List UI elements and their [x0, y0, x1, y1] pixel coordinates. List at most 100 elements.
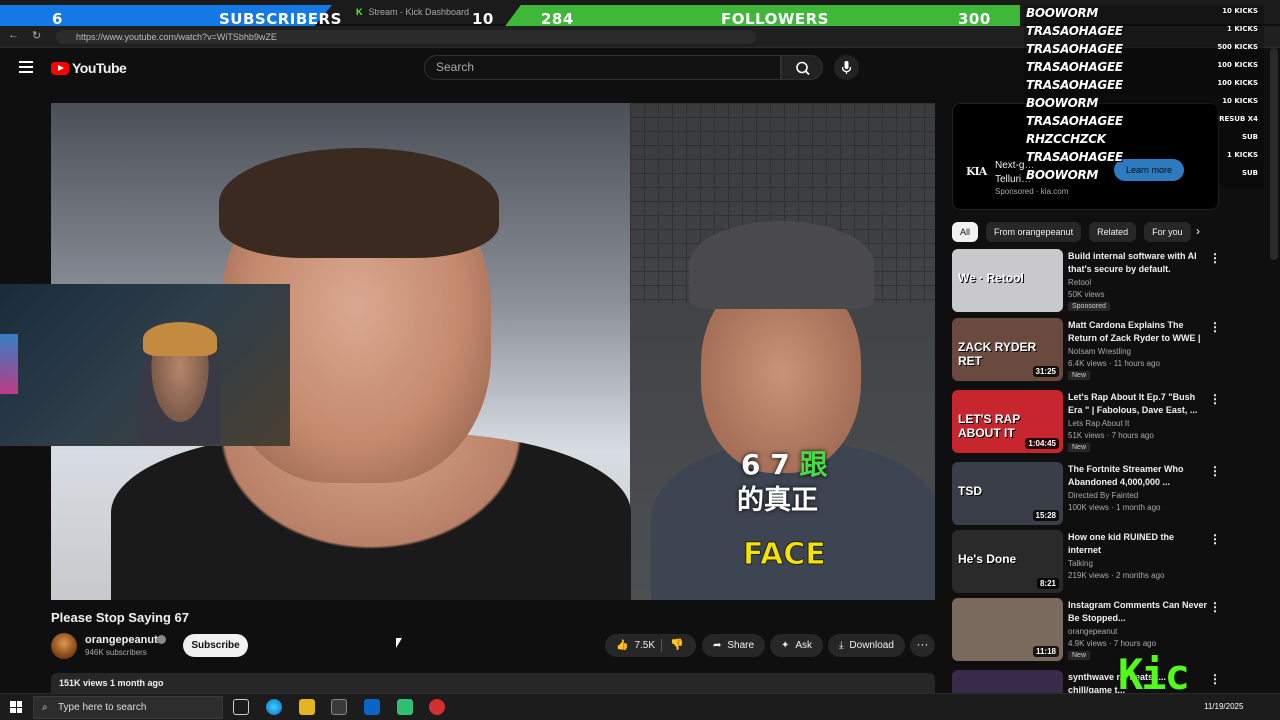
- recommendation-channel[interactable]: Directed By Fainted: [1068, 491, 1138, 500]
- taskbar-date: 11/19/2025: [1204, 702, 1244, 711]
- alert-feed-row: BOOWORM 10 KICKS: [1024, 5, 1264, 23]
- menu-icon[interactable]: [19, 61, 33, 73]
- video-thumbnail[interactable]: TSD 15:28: [952, 462, 1063, 525]
- youtube-logo-text: YouTube: [72, 60, 127, 76]
- alert-value: 500 KICKS: [1217, 43, 1258, 51]
- channel-avatar[interactable]: [51, 633, 77, 659]
- edge-icon[interactable]: [266, 699, 282, 715]
- video-thumbnail[interactable]: 11:18: [952, 598, 1063, 661]
- video-thumbnail[interactable]: We · Retool: [952, 249, 1063, 312]
- task-view-icon[interactable]: [233, 699, 249, 715]
- subscribe-button[interactable]: Subscribe: [183, 634, 248, 657]
- recording-app-icon[interactable]: [429, 699, 445, 715]
- recommendation-title[interactable]: Matt Cardona Explains The Return of Zack…: [1068, 319, 1208, 345]
- recommendation-title[interactable]: Build internal software with AI that's s…: [1068, 250, 1208, 276]
- alert-feed-row: BOOWORM 10 KICKS: [1024, 95, 1264, 113]
- share-label: Share: [727, 640, 755, 651]
- more-vert-icon[interactable]: ⋮: [1209, 251, 1221, 265]
- recommendation-item[interactable]: We · Retool Build internal software with …: [952, 249, 1222, 313]
- recommendation-item[interactable]: He's Done 8:21 How one kid RUINED the inte…: [952, 530, 1222, 594]
- windows-start-icon[interactable]: [10, 701, 22, 713]
- more-vert-icon[interactable]: ⋮: [1209, 392, 1221, 406]
- thumbs-up-icon[interactable]: 👍: [616, 640, 628, 651]
- recommendation-title[interactable]: The Fortnite Streamer Who Abandoned 4,00…: [1068, 463, 1208, 489]
- ask-label: Ask: [795, 640, 813, 651]
- video-thumbnail[interactable]: He's Done 8:21: [952, 530, 1063, 593]
- more-vert-icon[interactable]: ⋮: [1209, 532, 1221, 546]
- recommendation-channel[interactable]: Talking: [1068, 559, 1093, 568]
- alert-username: TRASAOHAGEE: [1026, 78, 1123, 92]
- kick-app-icon[interactable]: [397, 699, 413, 715]
- alert-value: 100 KICKS: [1217, 61, 1258, 69]
- recommendation-title[interactable]: How one kid RUINED the internet: [1068, 531, 1208, 557]
- streamer-webcam: [0, 284, 290, 446]
- tab-label: Stream - Kick Dashboard: [368, 7, 470, 17]
- filter-chip[interactable]: Related: [1089, 222, 1137, 242]
- video-duration: 8:21: [1036, 578, 1059, 589]
- recommendation-badge: New: [1068, 371, 1091, 380]
- filter-chip[interactable]: For you: [1144, 222, 1191, 242]
- thumbnail-text: We · Retool: [958, 271, 1024, 285]
- video-title: Please Stop Saying 67: [51, 610, 190, 625]
- back-arrow-icon[interactable]: ←: [8, 29, 19, 41]
- ad-sponsored: Sponsored · kia.com: [995, 187, 1069, 196]
- refresh-icon[interactable]: ↻: [32, 29, 41, 42]
- recommendation-channel[interactable]: orangepeanut: [1068, 627, 1117, 636]
- recommendation-channel[interactable]: Lets Rap About It: [1068, 419, 1129, 428]
- filter-chip[interactable]: From orangepeanut: [986, 222, 1082, 242]
- recommendation-title[interactable]: Instagram Comments Can Never Be Stopped.…: [1068, 599, 1208, 625]
- page-scrollbar[interactable]: [1270, 48, 1278, 260]
- youtube-logo[interactable]: YouTube: [51, 60, 127, 76]
- alert-value: SUB: [1241, 169, 1258, 177]
- more-icon: ···: [916, 637, 929, 651]
- recommendation-channel[interactable]: Retool: [1068, 278, 1091, 287]
- ask-button[interactable]: ✦ Ask: [770, 634, 824, 657]
- thumbnail-text: TSD: [958, 484, 982, 498]
- search-input[interactable]: Search: [424, 55, 781, 80]
- video-thumbnail[interactable]: LET'S RAP ABOUT IT 1:04:45: [952, 390, 1063, 453]
- share-button[interactable]: ➦ Share: [702, 634, 766, 657]
- recommendation-item[interactable]: TSD 15:28 The Fortnite Streamer Who Abando…: [952, 462, 1222, 526]
- alert-value: 1 KICKS: [1227, 25, 1258, 33]
- store-icon[interactable]: [331, 699, 347, 715]
- video-duration: 31:25: [1032, 366, 1059, 377]
- recommendation-item[interactable]: LET'S RAP ABOUT IT 1:04:45 Let's Rap About…: [952, 390, 1222, 454]
- more-vert-icon[interactable]: ⋮: [1209, 600, 1221, 614]
- url-field[interactable]: https://www.youtube.com/watch?v=WiTSbhb9…: [56, 30, 756, 44]
- chevron-right-icon[interactable]: ›: [1196, 224, 1200, 238]
- alert-value: 10 KICKS: [1222, 7, 1258, 15]
- more-vert-icon[interactable]: ⋮: [1209, 320, 1221, 334]
- outlook-icon[interactable]: [364, 699, 380, 715]
- alert-username: BOOWORM: [1026, 6, 1099, 20]
- alert-username: RHZCCHZCK: [1026, 132, 1106, 146]
- voice-search-button[interactable]: [834, 55, 859, 80]
- alert-feed-row: TRASAOHAGEE RESUB X4: [1024, 113, 1264, 131]
- alert-feed-row: TRASAOHAGEE 100 KICKS: [1024, 59, 1264, 77]
- video-thumbnail[interactable]: ZACK RYDER RET 31:25: [952, 318, 1063, 381]
- more-vert-icon[interactable]: ⋮: [1209, 672, 1221, 686]
- recommendation-channel[interactable]: Notsam Wrestling: [1068, 347, 1131, 356]
- recommendation-title[interactable]: Let's Rap About It Ep.7 "Bush Era " | Fa…: [1068, 391, 1208, 417]
- description-box[interactable]: 151K views 1 month ago: [51, 673, 935, 693]
- kia-logo: KIA: [966, 165, 987, 178]
- thumbs-down-icon[interactable]: 👎: [670, 638, 684, 651]
- alert-username: BOOWORM: [1026, 168, 1099, 182]
- video-duration: 15:28: [1032, 510, 1059, 521]
- filter-chip[interactable]: All: [952, 222, 979, 242]
- more-vert-icon[interactable]: ⋮: [1209, 464, 1221, 478]
- file-explorer-icon[interactable]: [299, 699, 315, 715]
- microphone-icon: [841, 61, 852, 74]
- recommendation-meta: 219K views · 2 months ago: [1068, 571, 1165, 580]
- caption-line-1: 6 7 跟: [741, 448, 828, 481]
- tab-kick-dashboard[interactable]: K Stream - Kick Dashboard: [356, 4, 469, 20]
- search-button[interactable]: [781, 55, 823, 80]
- like-count[interactable]: 7.5K: [634, 640, 655, 651]
- caption-line-2: 的真正: [737, 485, 818, 516]
- more-actions-button[interactable]: ···: [910, 634, 935, 657]
- taskbar-search-input[interactable]: ⌕ Type here to search: [33, 696, 223, 719]
- alert-value: 10 KICKS: [1222, 97, 1258, 105]
- download-button[interactable]: ⤓ Download: [828, 634, 905, 657]
- alert-feed-row: TRASAOHAGEE 100 KICKS: [1024, 77, 1264, 95]
- recommendation-item[interactable]: ZACK RYDER RET 31:25 Matt Cardona Explains…: [952, 318, 1222, 382]
- channel-name[interactable]: orangepeanut: [85, 634, 158, 646]
